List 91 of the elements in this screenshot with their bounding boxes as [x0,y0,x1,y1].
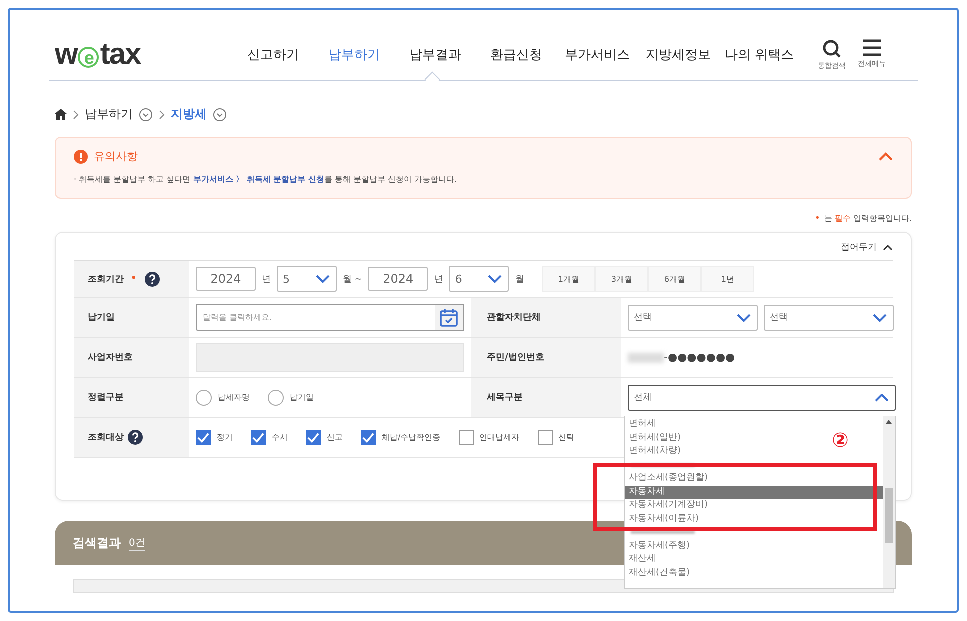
wetax-logo[interactable]: w e tax [55,38,233,72]
help-icon[interactable] [128,430,143,445]
chevron-down-icon[interactable] [316,275,330,283]
period-button[interactable]: 1개월 [542,266,596,292]
menu-icon [862,39,882,57]
row-label: 세목구분 [487,392,523,404]
nav-tab[interactable]: 나의 위택스 [719,46,800,64]
dropdown-option[interactable]: 자동차세 [625,486,883,499]
collapse-icon[interactable] [879,152,893,161]
period-button[interactable]: 3개월 [595,266,648,292]
dropdown-option[interactable]: 면허세(차량) [625,445,686,458]
required-mark: • [815,214,820,224]
radio-label: 납기일 [290,392,314,403]
scrollbar-thumb[interactable] [885,488,893,543]
scroll-up-icon[interactable] [886,420,892,424]
nav-tab[interactable]: 납부하기 [314,46,395,64]
search-icon [822,39,842,59]
checkbox[interactable] [306,430,321,445]
checkbox-label: 수시 [272,432,288,443]
breadcrumb-link[interactable]: 지방세 [171,106,207,123]
dropdown-option[interactable]: 면허세 [625,418,660,432]
year-field[interactable]: 2024 [196,267,256,291]
chevron-down-icon[interactable] [873,314,887,322]
chevron-down-icon[interactable] [488,275,502,283]
checkbox[interactable] [538,430,553,445]
dropdown-option[interactable]: 사업소세(종업원할) [625,472,712,486]
home-icon[interactable] [55,109,67,120]
region-select[interactable]: 선택 [764,304,894,330]
unit-label: 년 [434,274,444,286]
nav-tab[interactable]: 납부결과 [395,46,476,64]
help-icon[interactable] [144,272,160,286]
nav-tab[interactable]: 지방세정보 [638,46,719,64]
row-label: 조회기간 [88,274,124,286]
covered-option [631,531,695,534]
collapse-button[interactable]: 접어두기 [841,241,893,254]
notice-title: 유의사항 [94,149,138,164]
period-button[interactable]: 1년 [701,266,754,292]
checkbox[interactable] [361,430,376,445]
row-label: 정렬구분 [88,392,124,404]
chevron-icon [73,110,79,120]
resident-number: -●●●●●●● [664,351,736,364]
step-number: ② [832,428,849,452]
checkbox[interactable] [196,430,211,445]
redacted-text [628,352,664,362]
nav-tab[interactable]: 환급신청 [476,46,557,64]
alert-icon [74,150,88,164]
checkbox[interactable] [458,430,474,445]
chevron-down-icon[interactable] [737,314,751,322]
checkbox-label: 정기 [217,432,233,443]
checkbox-label: 신고 [327,432,343,443]
year-field[interactable]: 2024 [368,267,428,291]
row-label: 납기일 [88,312,115,324]
breadcrumb-link[interactable]: 납부하기 [85,106,133,123]
dropdown-icon[interactable] [213,108,227,122]
month-select[interactable]: 5 [277,266,337,292]
month-select[interactable]: 6 [449,266,510,292]
dropdown-icon[interactable] [139,108,153,122]
nav-tab[interactable]: 신고하기 [233,46,314,64]
radio-button[interactable] [196,390,212,406]
chevron-icon[interactable] [875,394,889,402]
dropdown-option[interactable]: 재산세(건축물) [625,566,694,580]
scrollbar[interactable] [883,416,895,588]
dropdown-option[interactable]: 면허세(일반) [625,432,686,445]
checkbox[interactable] [251,430,266,445]
chevron-icon [159,110,165,120]
checkbox-label: 체납/수납확인증 [382,432,441,443]
dropdown-option[interactable]: 재산세 [625,553,660,566]
dropdown-option[interactable]: 자동차세(기계장비) [625,499,712,512]
results-title: 검색결과 [73,534,121,552]
checkbox-label: 연대납세자 [480,432,520,443]
radio-label: 납세자명 [218,392,250,403]
unit-label: 년 [262,274,271,286]
unit-label: 월 [515,274,524,286]
row-label: 사업자번호 [88,352,133,364]
row-label: 주민/법인번호 [487,352,544,364]
unit-label: 월 ~ [343,274,362,286]
notice-text: · 취득세를 분할납부 하고 싶다면 부가서비스 〉 취득세 분할납부 신청를 통해 분할납부 신청이 가능합니다. [74,174,458,185]
region-select[interactable]: 선택 [628,304,758,330]
tax-type-select[interactable]: 전체 [628,384,896,410]
dropdown-option[interactable]: 자동차세(주행) [625,540,694,553]
checkbox-label: 신탁 [558,432,575,443]
period-button[interactable]: 6개월 [648,266,702,292]
required-note: 는 필수 입력항목입니다. [824,214,912,223]
nav-tab[interactable]: 부가서비스 [557,46,638,64]
radio-button[interactable] [268,390,284,406]
row-label: 관할자치단체 [487,312,541,324]
dropdown-option[interactable]: 자동차세(이륜차) [625,512,704,526]
row-label: 조회대상 [88,432,124,444]
required-mark: • [131,274,137,284]
results-count: 0건 [129,536,146,550]
chevron-up-icon [883,244,893,251]
